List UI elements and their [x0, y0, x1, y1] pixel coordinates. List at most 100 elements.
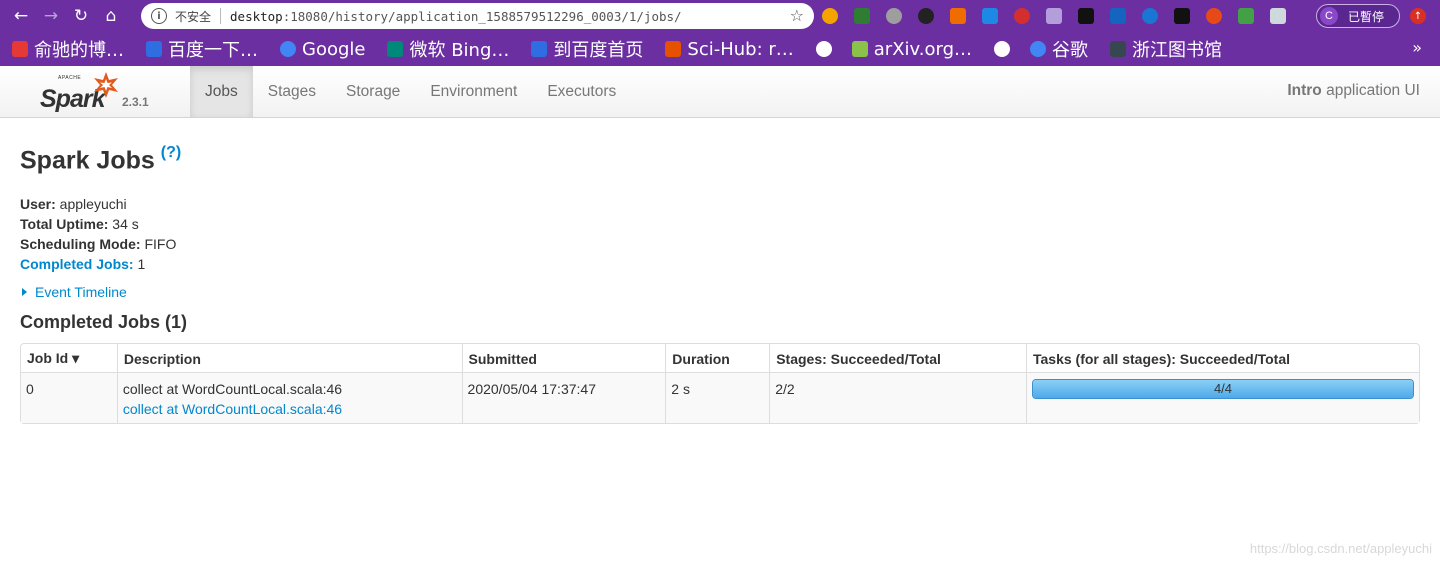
- forward-arrow-icon[interactable]: →: [36, 0, 66, 32]
- google-icon: [1030, 41, 1047, 57]
- extension-bulb-icon[interactable]: [822, 8, 838, 24]
- library-icon: [1110, 41, 1127, 57]
- table-row: 0 collect at WordCountLocal.scala:46 col…: [21, 373, 1419, 423]
- progress-label: 4/4: [1213, 381, 1233, 396]
- arxiv-icon: [851, 41, 868, 57]
- extension-eyes-icon[interactable]: [1078, 8, 1094, 24]
- bookmark-item[interactable]: [815, 41, 838, 57]
- bookmark-label: 俞驰的博…: [34, 40, 124, 61]
- back-arrow-icon[interactable]: ←: [6, 0, 36, 32]
- svg-text:APACHE: APACHE: [58, 75, 81, 81]
- extension-window-icon[interactable]: [1270, 8, 1286, 24]
- bookmark-label: Sci-Hub: r…: [687, 38, 794, 60]
- google-icon: [280, 41, 296, 57]
- submitted-cell: 2020/05/04 17:37:47: [461, 373, 666, 423]
- bookmark-item[interactable]: arXiv.org…: [851, 39, 972, 60]
- avatar: C: [1320, 7, 1338, 25]
- update-arrow-icon[interactable]: ↑: [1410, 8, 1426, 24]
- description-cell: collect at WordCountLocal.scala:46 colle…: [116, 373, 462, 423]
- spark-navbar: APACHE Spark 2.3.1 Jobs Stages Storage Envi…: [0, 66, 1440, 118]
- tab-stages[interactable]: Stages: [253, 66, 331, 117]
- bookmark-item[interactable]: 百度一下…: [146, 36, 258, 62]
- job-summary: User: appleyuchi Total Uptime: 34 s Sche…: [20, 194, 176, 274]
- bookmark-label: 微软 Bing…: [409, 40, 510, 61]
- profile-status: 已暫停: [1348, 9, 1385, 24]
- home-icon[interactable]: ⌂: [96, 0, 126, 32]
- profile-button[interactable]: C 已暫停: [1316, 4, 1400, 28]
- app-title-suffix: application UI: [1321, 82, 1420, 99]
- extension-grid-icon[interactable]: [950, 8, 966, 24]
- globe-icon: [815, 41, 832, 57]
- tasks-cell: 4/4: [1026, 373, 1419, 423]
- bookmark-item[interactable]: Sci-Hub: r…: [665, 38, 794, 60]
- csdn-icon: [12, 41, 28, 57]
- extension-hand-icon[interactable]: [1014, 8, 1030, 24]
- security-label: 不安全: [175, 9, 212, 24]
- summary-user: User: appleyuchi: [20, 194, 176, 214]
- url-text[interactable]: desktop:18080/history/application_158857…: [230, 9, 682, 24]
- url-path: :18080/history/application_1588579512296…: [282, 8, 682, 24]
- header-job-id[interactable]: Job Id ▾: [21, 344, 117, 373]
- extension-notes-icon[interactable]: [854, 8, 870, 24]
- extension-image-icon[interactable]: [1238, 8, 1254, 24]
- bookmark-item[interactable]: [994, 41, 1016, 57]
- tab-executors[interactable]: Executors: [532, 66, 631, 117]
- user-value: appleyuchi: [55, 196, 127, 212]
- url-host: desktop: [230, 8, 283, 24]
- globe-icon: [994, 41, 1011, 57]
- summary-completed: Completed Jobs: 1: [20, 254, 176, 274]
- user-label: User:: [20, 196, 56, 212]
- extension-d-icon[interactable]: [1142, 8, 1158, 24]
- extension-tag-icon[interactable]: [982, 8, 998, 24]
- completed-jobs-table: Job Id ▾ Description Submitted Duration …: [20, 343, 1420, 424]
- bookmark-item[interactable]: Google: [280, 39, 365, 60]
- bookmark-item[interactable]: 谷歌: [1030, 36, 1088, 62]
- info-icon[interactable]: i: [151, 8, 167, 24]
- bookmark-label: 百度一下…: [168, 40, 258, 61]
- extensions-bar: [822, 0, 1302, 32]
- bookmark-item[interactable]: 微软 Bing…: [387, 36, 509, 62]
- description-text: collect at WordCountLocal.scala:46: [122, 381, 343, 397]
- tab-jobs[interactable]: Jobs: [190, 66, 253, 117]
- bookmark-label: 到百度首页: [553, 40, 644, 61]
- summary-scheduling: Scheduling Mode: FIFO: [20, 234, 176, 254]
- tab-environment[interactable]: Environment: [415, 66, 532, 117]
- header-description[interactable]: Description: [116, 344, 462, 373]
- bookmark-star-icon[interactable]: ☆: [790, 6, 804, 25]
- bookmark-item[interactable]: 俞驰的博…: [12, 36, 124, 62]
- tab-storage[interactable]: Storage: [331, 66, 415, 117]
- event-timeline-toggle[interactable]: Event Timeline: [20, 284, 127, 300]
- event-timeline-label: Event Timeline: [35, 284, 127, 300]
- bing-icon: [387, 41, 404, 57]
- page-title-text: Spark Jobs: [20, 146, 155, 175]
- help-link[interactable]: (?): [161, 144, 181, 161]
- stages-cell: 2/2: [769, 373, 1026, 423]
- spark-logo[interactable]: APACHE Spark: [38, 70, 124, 114]
- expand-triangle-icon: [22, 288, 27, 296]
- extension-circle-icon[interactable]: [886, 8, 902, 24]
- extension-c-icon[interactable]: [918, 8, 934, 24]
- bookmark-label: Google: [302, 38, 366, 60]
- completed-jobs-heading[interactable]: Completed Jobs (1): [20, 312, 187, 333]
- description-link[interactable]: collect at WordCountLocal.scala:46: [123, 399, 457, 419]
- bookmark-item[interactable]: 浙江图书馆: [1110, 36, 1222, 62]
- extension-bookmark-icon[interactable]: [1110, 8, 1126, 24]
- header-submitted[interactable]: Submitted: [461, 344, 666, 373]
- table-header-row: Job Id ▾ Description Submitted Duration …: [21, 344, 1419, 373]
- app-title: Intro application UI: [1287, 82, 1420, 100]
- address-bar[interactable]: i 不安全 desktop:18080/history/application_…: [141, 3, 814, 29]
- bookmarks-overflow-button[interactable]: »: [1412, 38, 1422, 57]
- reload-icon[interactable]: ↻: [66, 0, 96, 32]
- bookmark-item[interactable]: 到百度首页: [531, 36, 643, 62]
- header-stages[interactable]: Stages: Succeeded/Total: [769, 344, 1026, 373]
- extension-car-icon[interactable]: [1046, 8, 1062, 24]
- extension-star-icon[interactable]: [1206, 8, 1222, 24]
- bookmarks-bar: 俞驰的博… 百度一下… Google 微软 Bing… 到百度首页 Sci-Hub: r……: [0, 32, 1440, 66]
- header-duration[interactable]: Duration: [665, 344, 770, 373]
- completed-jobs-link[interactable]: Completed Jobs:: [20, 256, 134, 272]
- baidu-icon: [146, 41, 162, 57]
- scheduling-label: Scheduling Mode:: [20, 236, 141, 252]
- watermark: https://blog.csdn.net/appleyuchi: [1249, 541, 1432, 556]
- header-tasks[interactable]: Tasks (for all stages): Succeeded/Total: [1026, 344, 1419, 373]
- extension-bird-icon[interactable]: [1174, 8, 1190, 24]
